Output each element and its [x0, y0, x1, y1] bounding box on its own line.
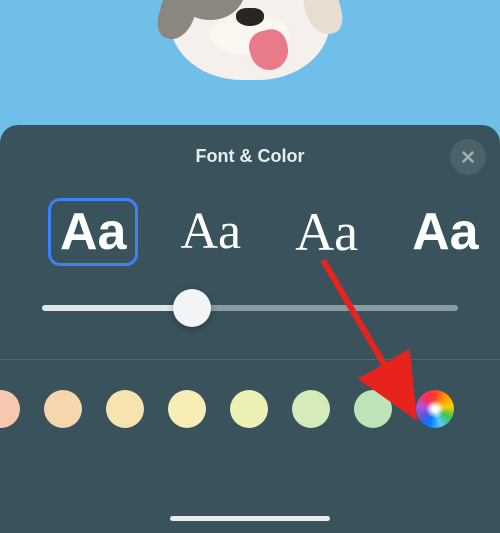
memoji-avatar — [150, 0, 350, 90]
color-swatch-1[interactable] — [0, 390, 20, 428]
color-swatch-5[interactable] — [230, 390, 268, 428]
slider-thumb[interactable] — [173, 289, 211, 327]
slider-track — [42, 305, 458, 311]
color-swatch-3[interactable] — [106, 390, 144, 428]
font-option-3[interactable]: Aa — [283, 197, 370, 267]
color-swatch-6[interactable] — [292, 390, 330, 428]
avatar-preview — [0, 0, 500, 130]
font-color-panel: Font & Color Aa Aa Aa Aa — [0, 125, 500, 533]
panel-title: Font & Color — [196, 146, 305, 167]
font-option-1[interactable]: Aa — [48, 198, 138, 266]
font-option-2[interactable]: Aa — [168, 198, 253, 266]
color-swatch-4[interactable] — [168, 390, 206, 428]
close-button[interactable] — [450, 139, 486, 175]
panel-header: Font & Color — [0, 125, 500, 187]
font-options-row: Aa Aa Aa Aa — [0, 187, 500, 267]
size-slider[interactable] — [0, 267, 500, 311]
color-swatch-row — [0, 360, 500, 428]
font-option-4[interactable]: Aa — [400, 198, 490, 266]
slider-progress — [42, 305, 192, 311]
color-picker-button[interactable] — [416, 390, 454, 428]
home-indicator[interactable] — [170, 516, 330, 521]
color-swatch-7[interactable] — [354, 390, 392, 428]
color-swatch-2[interactable] — [44, 390, 82, 428]
close-icon — [459, 148, 477, 166]
